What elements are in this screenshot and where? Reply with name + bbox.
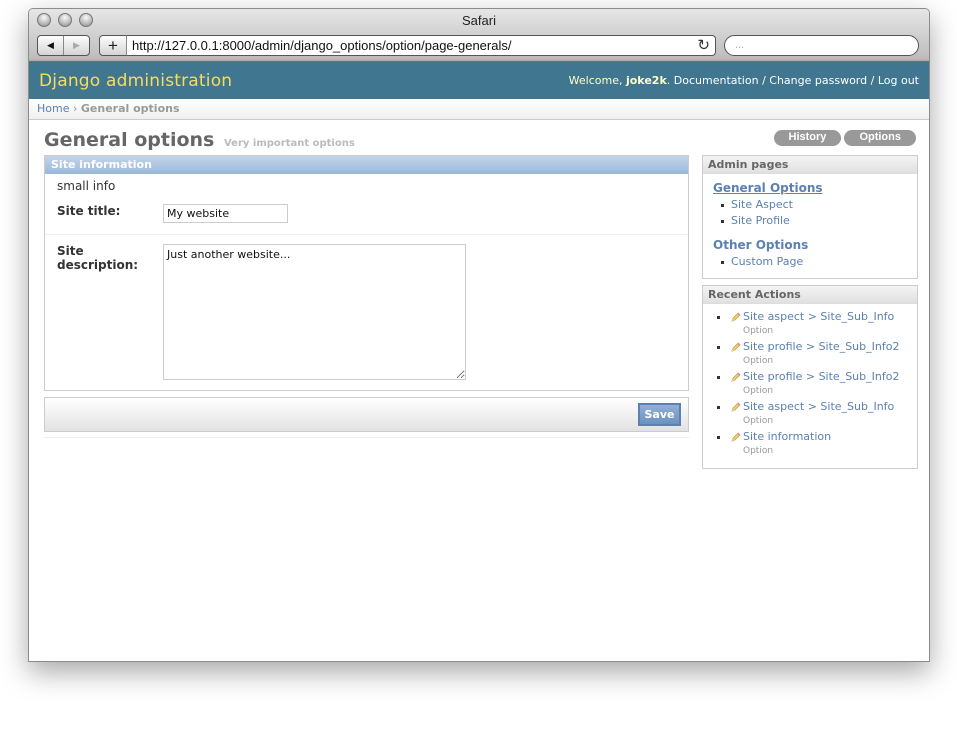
forward-button[interactable]: ▶	[64, 36, 89, 55]
search-field[interactable]: ...	[724, 35, 919, 56]
admin-pages-module: Admin pages General Options Site Aspect …	[702, 155, 918, 279]
welcome-text: Welcome,	[568, 74, 623, 87]
submit-row: Save	[44, 397, 689, 432]
site-description-textarea[interactable]: Just another website...	[163, 244, 466, 380]
site-title-label: Site title:	[57, 204, 121, 218]
logout-link[interactable]: Log out	[878, 74, 919, 87]
fieldset-site-information: Site information small info Site title: …	[44, 155, 689, 391]
search-placeholder: ...	[735, 39, 745, 51]
link-custom-page[interactable]: Custom Page	[713, 254, 907, 270]
divider	[44, 437, 689, 438]
link-site-aspect[interactable]: Site Aspect	[713, 197, 907, 213]
forward-arrow-icon: ▶	[73, 40, 80, 51]
browser-titlebar: Safari ◀ ▶ + http://127.0.0.1:8000/admin…	[29, 9, 929, 62]
url-text: http://127.0.0.1:8000/admin/django_optio…	[132, 38, 512, 53]
breadcrumb-current: General options	[80, 102, 180, 115]
recent-action-item: Site information Option	[713, 430, 907, 459]
breadcrumb-home[interactable]: Home	[37, 102, 69, 115]
recent-action-type: Option	[743, 446, 774, 456]
recent-action-item: Site aspect > Site_Sub_Info Option	[713, 400, 907, 429]
admin-header: Django administration Welcome, joke2k. D…	[29, 62, 929, 99]
history-button[interactable]: History	[773, 130, 842, 146]
recent-action-link[interactable]: Site profile > Site_Sub_Info2	[743, 370, 899, 383]
pencil-icon	[731, 402, 741, 412]
browser-window: Safari ◀ ▶ + http://127.0.0.1:8000/admin…	[28, 8, 930, 662]
save-button[interactable]: Save	[638, 403, 681, 426]
recent-action-type: Option	[743, 416, 774, 426]
recent-action-item: Site profile > Site_Sub_Info2 Option	[713, 370, 907, 399]
recent-action-item: Site profile > Site_Sub_Info2 Option	[713, 340, 907, 369]
fieldset-title: Site information	[45, 156, 688, 174]
form-row-site-description: Site description: Just another website..…	[45, 235, 688, 390]
breadcrumb-separator: ›	[69, 102, 81, 115]
separator: /	[758, 74, 770, 87]
username: joke2k	[625, 74, 667, 87]
user-tools: Welcome, joke2k. Documentation / Change …	[568, 74, 919, 87]
general-options-list: Site Aspect Site Profile	[713, 197, 907, 229]
address-bar[interactable]: http://127.0.0.1:8000/admin/django_optio…	[126, 35, 716, 56]
site-description-label: Site description:	[57, 244, 139, 272]
page-title: General options Very important options	[44, 129, 355, 151]
site-title-input[interactable]	[163, 204, 288, 223]
form-row-site-title: Site title:	[45, 196, 688, 235]
reload-icon[interactable]: ↻	[697, 36, 710, 54]
recent-action-link[interactable]: Site aspect > Site_Sub_Info	[743, 310, 894, 323]
recent-action-link[interactable]: Site information	[743, 430, 831, 443]
pencil-icon	[731, 312, 741, 322]
add-bookmark-button[interactable]: +	[99, 35, 127, 56]
navigation-buttons: ◀ ▶	[37, 35, 90, 56]
recent-action-item: Site aspect > Site_Sub_Info Option	[713, 310, 907, 339]
change-password-link[interactable]: Change password	[769, 74, 867, 87]
site-branding: Django administration	[39, 70, 233, 91]
plus-icon: +	[108, 35, 118, 55]
back-button[interactable]: ◀	[38, 36, 64, 55]
documentation-link[interactable]: Documentation	[674, 74, 759, 87]
recent-action-type: Option	[743, 326, 774, 336]
link-site-profile[interactable]: Site Profile	[713, 213, 907, 229]
recent-action-type: Option	[743, 356, 774, 366]
page-viewport: Django administration Welcome, joke2k. D…	[29, 62, 929, 661]
page-title-text: General options	[44, 129, 215, 151]
window-title: Safari	[462, 13, 496, 28]
other-options-list: Custom Page	[713, 254, 907, 270]
page-subtitle: Very important options	[223, 138, 355, 149]
recent-action-type: Option	[743, 386, 774, 396]
pencil-icon	[731, 372, 741, 382]
recent-action-link[interactable]: Site profile > Site_Sub_Info2	[743, 340, 899, 353]
options-form: Site information small info Site title: …	[44, 155, 689, 438]
object-tools: History Options	[773, 130, 916, 146]
separator: /	[867, 74, 878, 87]
group-other-options[interactable]: Other Options	[713, 238, 907, 252]
fieldset-description: small info	[57, 179, 116, 193]
options-button[interactable]: Options	[844, 130, 916, 146]
group-general-options[interactable]: General Options	[713, 181, 907, 195]
recent-actions-title: Recent Actions	[703, 286, 917, 304]
admin-pages-title: Admin pages	[703, 156, 917, 174]
sidebar: Admin pages General Options Site Aspect …	[702, 155, 918, 475]
breadcrumb: Home › General options	[29, 99, 929, 120]
pencil-icon	[731, 342, 741, 352]
recent-action-link[interactable]: Site aspect > Site_Sub_Info	[743, 400, 894, 413]
recent-actions-module: Recent Actions Site aspect > Site_Sub_In…	[702, 285, 918, 469]
recent-actions-list: Site aspect > Site_Sub_Info Option Site …	[703, 304, 917, 468]
pencil-icon	[731, 432, 741, 442]
back-arrow-icon: ◀	[47, 40, 54, 51]
